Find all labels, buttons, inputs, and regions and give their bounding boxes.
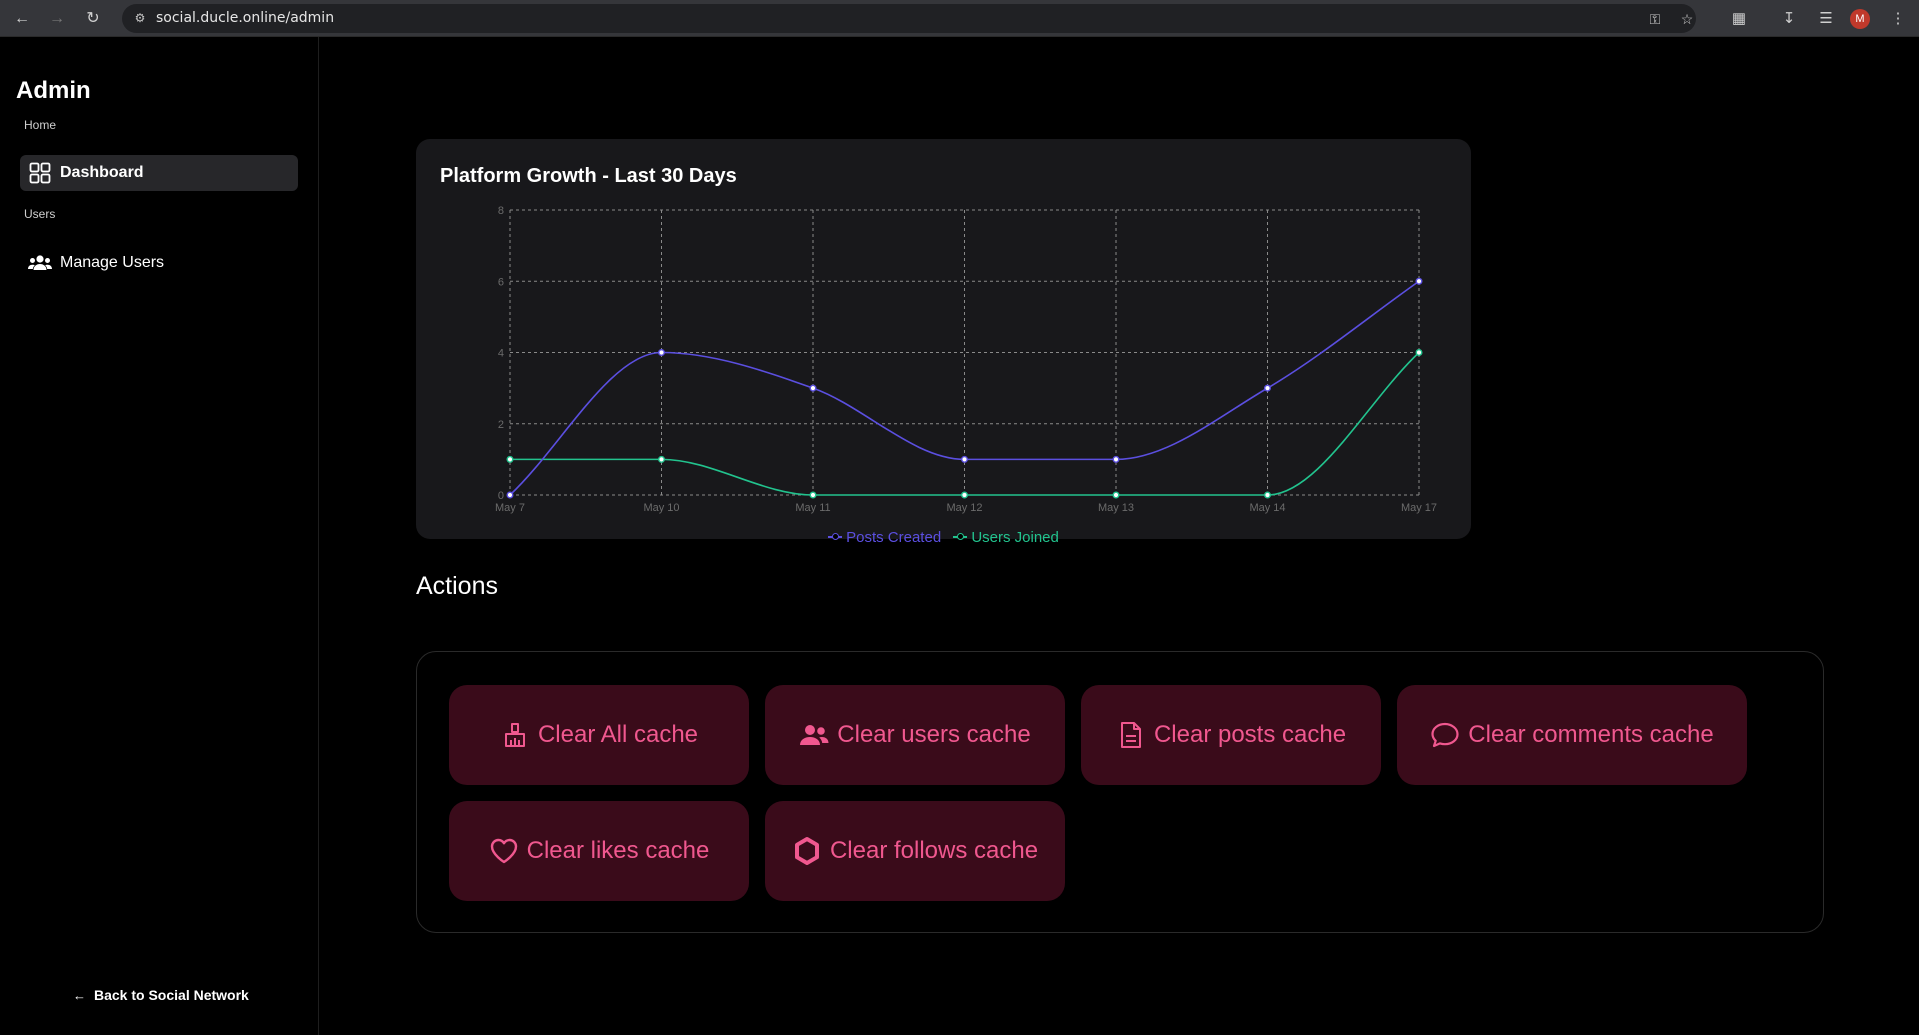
media-icon[interactable]: ☰ xyxy=(1814,7,1838,31)
x-tick-label: May 12 xyxy=(946,502,982,514)
sidebar-group-home: Home xyxy=(24,118,57,132)
sidebar-brand: Admin xyxy=(16,77,91,104)
legend-label: Posts Created xyxy=(846,528,942,546)
users-icon xyxy=(799,720,829,750)
actions-card: Clear All cache Clear users cache Clear … xyxy=(416,651,1824,933)
data-point-posts-created xyxy=(1415,277,1423,285)
clear-users-cache-button[interactable]: Clear users cache xyxy=(765,685,1065,785)
x-tick-label: May 13 xyxy=(1098,502,1134,514)
x-tick-label: May 14 xyxy=(1249,502,1285,514)
dashboard-grid-icon xyxy=(28,161,52,185)
x-tick-label: May 17 xyxy=(1401,502,1437,514)
data-point-posts-created xyxy=(1264,384,1272,392)
line-chart: 0 2 4 6 8 May 7 May 10 May 11 May 12 May 13 May 14… xyxy=(495,205,1437,514)
data-point-posts-created xyxy=(506,491,514,499)
sidebar-group-users: Users xyxy=(24,207,56,221)
data-point-users-joined xyxy=(1264,491,1272,499)
data-point-posts-created xyxy=(809,384,817,392)
url-text[interactable]: social.ducle.online/admin xyxy=(156,4,334,33)
data-point-posts-created xyxy=(657,348,665,356)
users-icon xyxy=(28,251,52,275)
platform-growth-chart-card: Platform Growth - Last 30 Days 0 2 4 6 8 May … xyxy=(416,139,1471,539)
clear-comments-cache-button[interactable]: Clear comments cache xyxy=(1397,685,1747,785)
back-link-label: Back to Social Network xyxy=(94,987,249,1003)
heart-icon xyxy=(489,836,519,866)
button-label: Clear All cache xyxy=(537,721,699,748)
chart-legend: Posts Created Users Joined xyxy=(416,528,1471,546)
key-icon[interactable]: ⚿ xyxy=(1645,9,1665,29)
clear-likes-cache-button[interactable]: Clear likes cache xyxy=(449,801,749,901)
legend-label: Users Joined xyxy=(971,528,1059,546)
x-tick-label: May 11 xyxy=(795,502,830,514)
data-point-users-joined xyxy=(1112,491,1120,499)
data-point-users-joined xyxy=(657,455,665,463)
legend-item-posts-created[interactable]: Posts Created xyxy=(828,529,941,546)
back-arrow-icon[interactable]: ← xyxy=(10,7,34,31)
x-tick-label: May 10 xyxy=(643,502,679,514)
hexagon-icon xyxy=(792,836,822,866)
y-tick-label: 8 xyxy=(498,205,504,217)
button-label: Clear follows cache xyxy=(829,837,1039,864)
site-settings-icon[interactable]: ⚙ xyxy=(132,10,148,26)
star-icon[interactable]: ☆ xyxy=(1677,9,1697,29)
arrow-left-icon: ← xyxy=(73,987,86,1003)
data-point-users-joined xyxy=(809,491,817,499)
y-tick-label: 4 xyxy=(498,348,504,360)
data-point-posts-created xyxy=(1112,455,1120,463)
back-to-social-network-link[interactable]: ← Back to Social Network xyxy=(73,987,249,1003)
sidebar: Admin Home Dashboard Users Manage Users xyxy=(0,37,319,1035)
download-icon[interactable]: ↧ xyxy=(1777,7,1801,31)
reload-icon[interactable]: ↻ xyxy=(81,7,105,31)
button-label: Clear users cache xyxy=(837,721,1031,748)
clear-posts-cache-button[interactable]: Clear posts cache xyxy=(1081,685,1381,785)
forward-arrow-icon[interactable]: → xyxy=(45,7,69,31)
sidebar-item-label: Manage Users xyxy=(60,254,165,271)
y-tick-label: 6 xyxy=(498,276,504,288)
data-point-posts-created xyxy=(961,455,969,463)
y-tick-label: 0 xyxy=(498,490,504,502)
clear-follows-cache-button[interactable]: Clear follows cache xyxy=(765,801,1065,901)
button-label: Clear likes cache xyxy=(526,837,710,864)
button-label: Clear comments cache xyxy=(1468,721,1714,748)
comment-icon xyxy=(1430,720,1460,750)
legend-marker xyxy=(828,533,843,541)
x-tick-label: May 7 xyxy=(495,502,525,514)
broom-icon xyxy=(500,720,530,750)
profile-avatar[interactable]: M xyxy=(1850,9,1870,29)
legend-item-users-joined[interactable]: Users Joined xyxy=(953,529,1059,546)
legend-marker xyxy=(953,533,968,541)
sidebar-item-manage-users[interactable]: Manage Users xyxy=(20,245,298,281)
data-point-users-joined xyxy=(961,491,969,499)
data-point-users-joined xyxy=(506,455,514,463)
sidebar-item-dashboard[interactable]: Dashboard xyxy=(20,155,298,191)
y-tick-label: 2 xyxy=(498,419,504,431)
extensions-icon[interactable]: ▦ xyxy=(1727,7,1751,31)
browser-toolbar: ← → ↻ ⚙ social.ducle.online/admin ⚿ ☆ ▦ … xyxy=(0,0,1919,37)
document-icon xyxy=(1116,720,1146,750)
button-label: Clear posts cache xyxy=(1153,721,1347,748)
menu-kebab-icon[interactable]: ⋮ xyxy=(1886,7,1910,31)
sidebar-item-label: Dashboard xyxy=(60,164,144,181)
data-point-users-joined xyxy=(1415,348,1423,356)
address-bar[interactable]: ⚙ social.ducle.online/admin ⚿ ☆ xyxy=(122,4,1696,33)
actions-heading: Actions xyxy=(416,572,498,600)
clear-all-cache-button[interactable]: Clear All cache xyxy=(449,685,749,785)
